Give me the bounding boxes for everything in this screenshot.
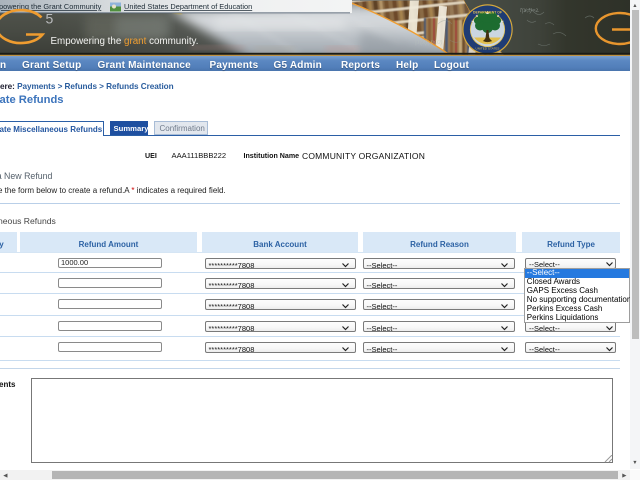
svg-text:Empowering the grant community: Empowering the grant community. [51, 36, 199, 47]
svg-text:5: 5 [46, 11, 54, 27]
svg-text:DEPARTMENT OF: DEPARTMENT OF [473, 11, 502, 15]
svg-text:f(x,t)=Σ: f(x,t)=Σ [520, 8, 540, 14]
svg-text:United States Department of Ed: United States Department of Education [124, 2, 252, 11]
svg-text:UNITED STATES: UNITED STATES [476, 47, 500, 51]
svg-text:|T(x)| (x,0): |T(x)| (x,0) [415, 40, 442, 46]
